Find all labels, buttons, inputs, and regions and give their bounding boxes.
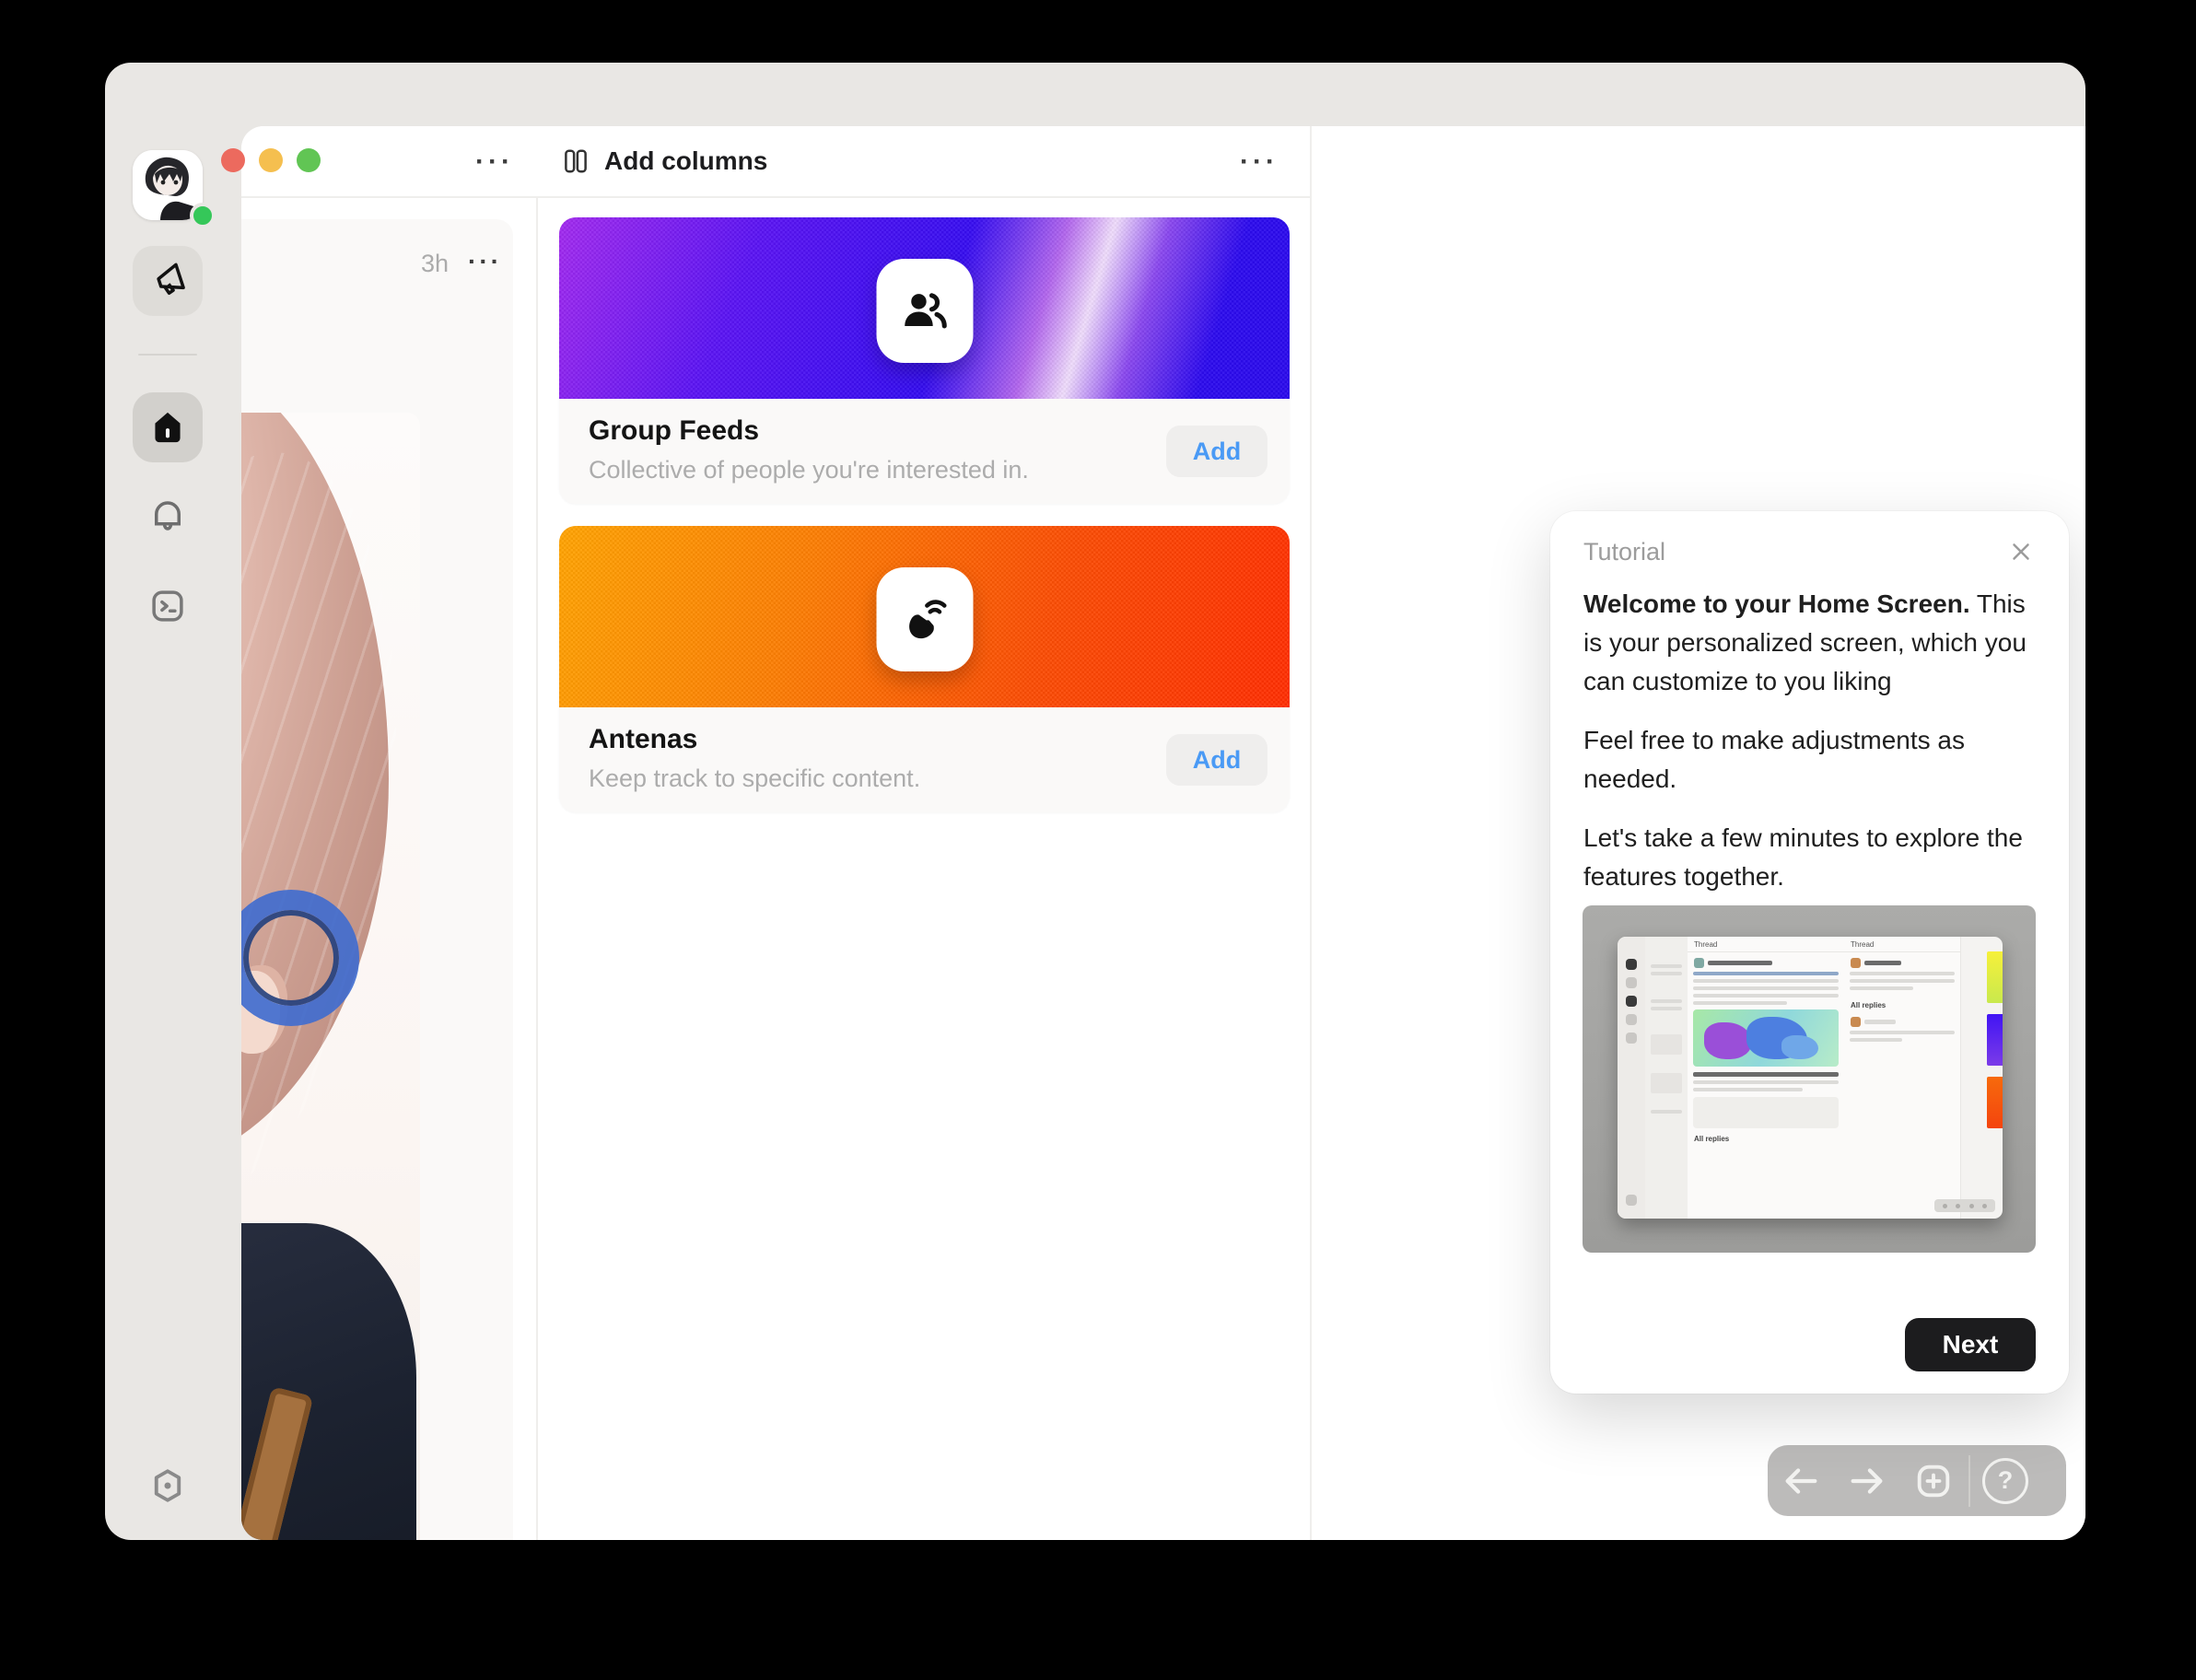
sidebar-item-console[interactable] [133, 571, 203, 641]
add-columns-title: Add columns [604, 146, 767, 176]
plus-square-icon [1912, 1460, 1955, 1502]
settings-icon [148, 1466, 187, 1505]
tutorial-popover: Tutorial Welcome to your Home Screen. Th… [1550, 511, 2069, 1394]
arrow-right-icon [1846, 1460, 1888, 1502]
group-feeds-banner [559, 217, 1290, 399]
help-icon: ? [1982, 1458, 2028, 1504]
artwork-hair-strands [241, 431, 420, 1222]
close-window-button[interactable] [221, 148, 245, 172]
close-icon [2007, 538, 2035, 566]
back-button[interactable] [1768, 1445, 1834, 1516]
forward-button[interactable] [1834, 1445, 1900, 1516]
add-columns-options-button[interactable]: ··· [1240, 148, 1279, 176]
post-timestamp: 3h [421, 250, 449, 278]
add-columns-header: Add columns ··· [536, 126, 1310, 198]
add-group-feeds-button[interactable]: Add [1166, 426, 1267, 477]
app-window: ··· 3h ··· Add columns [105, 63, 2085, 1540]
megaphone-icon [148, 262, 187, 300]
mini-app-window: Thread All replies [1618, 937, 2003, 1219]
home-icon [147, 407, 188, 448]
sidebar [105, 63, 241, 1540]
mini-thread-column: Thread All replies [1688, 937, 1845, 1219]
group-feeds-info: Group Feeds Collective of people you're … [559, 399, 1290, 504]
sidebar-item-notifications[interactable] [133, 481, 203, 551]
group-feeds-title: Group Feeds [589, 415, 759, 447]
online-status-dot [190, 203, 216, 228]
tutorial-body: Welcome to your Home Screen. This is you… [1583, 585, 2038, 916]
sidebar-item-home[interactable] [133, 392, 203, 462]
sidebar-item-settings[interactable] [133, 1451, 203, 1521]
mini-quick-nav [1934, 1199, 1995, 1212]
group-feeds-card: Group Feeds Collective of people you're … [559, 217, 1290, 504]
antenas-tile [876, 567, 973, 671]
tutorial-paragraph: Feel free to make adjustments as needed. [1583, 721, 2038, 799]
mini-sidebar [1618, 937, 1645, 1219]
mini-thread-column-2: Thread All replies [1844, 937, 1961, 1219]
sidebar-item-announcements[interactable] [133, 246, 203, 316]
quick-nav-bar: ? [1768, 1445, 2066, 1516]
zoom-window-button[interactable] [297, 148, 321, 172]
arrow-left-icon [1780, 1460, 1822, 1502]
antenas-description: Keep track to specific content. [589, 764, 920, 793]
antenas-card: Antenas Keep track to specific content. … [559, 526, 1290, 812]
tutorial-paragraph: Welcome to your Home Screen. This is you… [1583, 585, 2038, 701]
group-feeds-description: Collective of people you're interested i… [589, 456, 1029, 484]
minimize-window-button[interactable] [259, 148, 283, 172]
mini-post-image [1693, 1009, 1839, 1067]
antenas-info: Antenas Keep track to specific content. … [559, 707, 1290, 812]
bell-icon [148, 496, 187, 535]
group-feeds-tile [876, 259, 973, 363]
close-tutorial-button[interactable] [2006, 537, 2036, 566]
mini-column-a [1645, 937, 1688, 1219]
antenas-banner [559, 526, 1290, 707]
tutorial-next-button[interactable]: Next [1905, 1318, 2036, 1371]
tutorial-paragraph: Let's take a few minutes to explore the … [1583, 819, 2038, 896]
column-divider [536, 126, 538, 1540]
help-button[interactable]: ? [1972, 1445, 2038, 1516]
post-image[interactable] [241, 413, 420, 1540]
sidebar-divider [138, 354, 197, 356]
add-antenas-button[interactable]: Add [1166, 734, 1267, 786]
columns-icon [562, 147, 590, 175]
post-card: 3h ··· [241, 219, 513, 1540]
column-options-button[interactable]: ··· [475, 148, 514, 176]
terminal-icon [148, 587, 187, 625]
antenna-icon [898, 593, 952, 647]
add-column-button[interactable] [1900, 1445, 1967, 1516]
tutorial-screenshot: Thread All replies [1583, 905, 2036, 1253]
window-controls [221, 148, 321, 172]
column-divider [1310, 126, 1312, 1540]
quick-nav-divider [1968, 1455, 1970, 1507]
tutorial-title: Tutorial [1583, 538, 1665, 566]
group-icon [898, 285, 952, 338]
mini-column-previews [1987, 951, 2003, 1139]
antenas-title: Antenas [589, 724, 697, 755]
post-more-button[interactable]: ··· [468, 247, 502, 276]
